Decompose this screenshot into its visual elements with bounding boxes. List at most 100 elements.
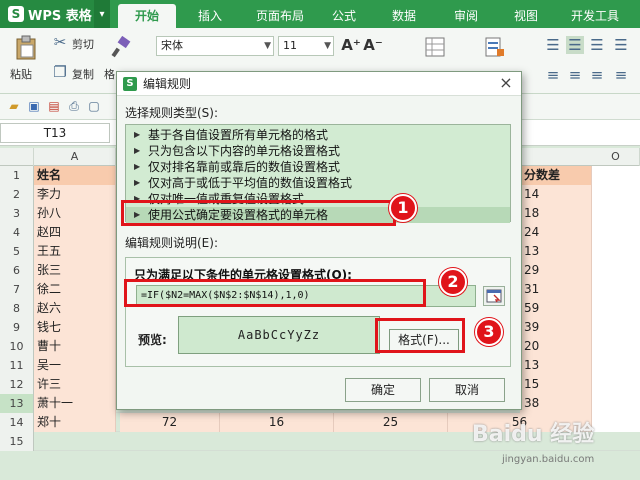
cell-name[interactable]: 王五 (34, 242, 116, 261)
empty-cell[interactable] (592, 204, 640, 223)
row-header[interactable]: 5 (0, 242, 34, 261)
column-header-o[interactable]: O (592, 148, 640, 166)
cell-score-diff[interactable]: 38 (520, 394, 592, 413)
tab-developer[interactable]: 开发工具 (562, 4, 628, 28)
cell-score-diff[interactable]: 18 (520, 204, 592, 223)
font-name-select[interactable]: 宋体 ▼ (156, 36, 274, 56)
paste-label[interactable]: 粘贴 (10, 66, 32, 82)
tab-formulas[interactable]: 公式 (322, 4, 366, 28)
cell-name[interactable]: 钱七 (34, 318, 116, 337)
save-icon[interactable]: ▣ (26, 98, 42, 114)
tab-page-layout[interactable]: 页面布局 (244, 4, 316, 28)
cell-name[interactable]: 赵四 (34, 223, 116, 242)
format-button[interactable]: 格式(F)... (389, 329, 459, 351)
cell-name[interactable]: 赵六 (34, 299, 116, 318)
cell-name[interactable]: 徐二 (34, 280, 116, 299)
rule-type-list[interactable]: ▶ 基于各自值设置所有单元格的格式 ▶ 只为包含以下内容的单元格设置格式 ▶ 仅对排名… (125, 124, 511, 223)
cell-score-diff[interactable]: 13 (520, 242, 592, 261)
cell-name[interactable]: 曹十 (34, 337, 116, 356)
row-header[interactable]: 15 (0, 432, 34, 451)
row-header[interactable]: 12 (0, 375, 34, 394)
empty-cell[interactable] (592, 337, 640, 356)
row-header[interactable]: 11 (0, 356, 34, 375)
justify-icon[interactable]: ☰ (612, 36, 630, 54)
chevron-down-icon[interactable]: ▾ (94, 0, 110, 28)
dialog-title-bar[interactable]: S 编辑规则 × (117, 72, 521, 96)
cell-name[interactable]: 张三 (34, 261, 116, 280)
cell-score-diff[interactable]: 14 (520, 185, 592, 204)
cancel-button[interactable]: 取消 (429, 378, 505, 402)
align-center-icon[interactable]: ☰ (566, 36, 584, 54)
tab-data[interactable]: 数据 (382, 4, 426, 28)
empty-cell[interactable] (592, 242, 640, 261)
cut-label[interactable]: 剪切 (72, 36, 94, 52)
format-painter-icon[interactable] (108, 34, 134, 60)
align-bottom-center-icon[interactable]: ≡ (566, 66, 584, 84)
print-icon[interactable]: ⎙ (66, 98, 82, 114)
name-box[interactable]: T13 (0, 123, 110, 143)
range-picker-button[interactable] (483, 286, 505, 306)
cell-name[interactable]: 郑十 (34, 413, 116, 432)
cell-score[interactable]: 72 (120, 413, 220, 432)
row-header[interactable]: 3 (0, 204, 34, 223)
ok-button[interactable]: 确定 (345, 378, 421, 402)
empty-cell[interactable] (592, 318, 640, 337)
rule-type-item[interactable]: ▶ 仅对排名靠前或靠后的数值设置格式 (126, 159, 510, 175)
rule-type-item-selected[interactable]: ▶ 使用公式确定要设置格式的单元格 (126, 207, 510, 223)
cell-score-diff[interactable]: 31 (520, 280, 592, 299)
empty-cell[interactable] (592, 223, 640, 242)
close-icon[interactable]: × (497, 74, 515, 92)
tab-view[interactable]: 视图 (504, 4, 548, 28)
tab-insert[interactable]: 插入 (184, 4, 236, 28)
cell-score[interactable]: 25 (334, 413, 448, 432)
conditional-format-icon[interactable] (484, 36, 506, 58)
app-menu-button[interactable]: S WPS 表格 ▾ (0, 0, 110, 28)
align-bottom-left-icon[interactable]: ≡ (544, 66, 562, 84)
row-header[interactable]: 2 (0, 185, 34, 204)
select-all-corner[interactable] (0, 148, 34, 166)
align-left-icon[interactable]: ☰ (544, 36, 562, 54)
distribute-icon[interactable]: ≡ (612, 66, 630, 84)
row-header[interactable]: 14 (0, 413, 34, 432)
row-header[interactable]: 8 (0, 299, 34, 318)
empty-cell[interactable] (592, 166, 640, 185)
cell-score-diff[interactable]: 13 (520, 356, 592, 375)
rule-type-item[interactable]: ▶ 基于各自值设置所有单元格的格式 (126, 127, 510, 143)
font-size-select[interactable]: 11 ▼ (278, 36, 334, 56)
shrink-font-icon[interactable]: A⁻ (363, 36, 383, 54)
grow-font-icon[interactable]: A⁺ (341, 36, 361, 54)
empty-cell[interactable] (592, 185, 640, 204)
tab-review[interactable]: 审阅 (444, 4, 488, 28)
empty-cell[interactable] (592, 394, 640, 413)
rule-type-item[interactable]: ▶ 仅对唯一值或重复值设置格式 (126, 191, 510, 207)
row-header[interactable]: 6 (0, 261, 34, 280)
cell-name[interactable]: 孙八 (34, 204, 116, 223)
open-folder-icon[interactable]: ▰ (6, 98, 22, 114)
cell-name[interactable]: 李力 (34, 185, 116, 204)
empty-cell[interactable] (592, 375, 640, 394)
cell-score-diff[interactable]: 分数差 (520, 166, 592, 185)
empty-cell[interactable] (592, 356, 640, 375)
cell-score-diff[interactable]: 39 (520, 318, 592, 337)
cell-score-diff[interactable]: 29 (520, 261, 592, 280)
cell-style-icon[interactable] (424, 36, 446, 58)
export-pdf-icon[interactable]: ▤ (46, 98, 62, 114)
paste-icon[interactable] (12, 34, 40, 62)
cell-score-diff[interactable]: 24 (520, 223, 592, 242)
row-header[interactable]: 1 (0, 166, 34, 185)
row-header[interactable]: 13 (0, 394, 34, 413)
copy-label[interactable]: 复制 (72, 66, 94, 82)
tab-home[interactable]: 开始 (118, 4, 176, 28)
rule-type-item[interactable]: ▶ 仅对高于或低于平均值的数值设置格式 (126, 175, 510, 191)
cell-score-diff[interactable]: 20 (520, 337, 592, 356)
align-bottom-right-icon[interactable]: ≡ (588, 66, 606, 84)
cell-score-diff[interactable]: 59 (520, 299, 592, 318)
row-header[interactable]: 9 (0, 318, 34, 337)
cell-name[interactable]: 许三 (34, 375, 116, 394)
cell-name[interactable]: 姓名 (34, 166, 116, 185)
rule-type-item[interactable]: ▶ 只为包含以下内容的单元格设置格式 (126, 143, 510, 159)
print-preview-icon[interactable]: ▢ (86, 98, 102, 114)
cell-score-diff[interactable]: 15 (520, 375, 592, 394)
cell-name[interactable]: 吴一 (34, 356, 116, 375)
empty-cell[interactable] (592, 261, 640, 280)
